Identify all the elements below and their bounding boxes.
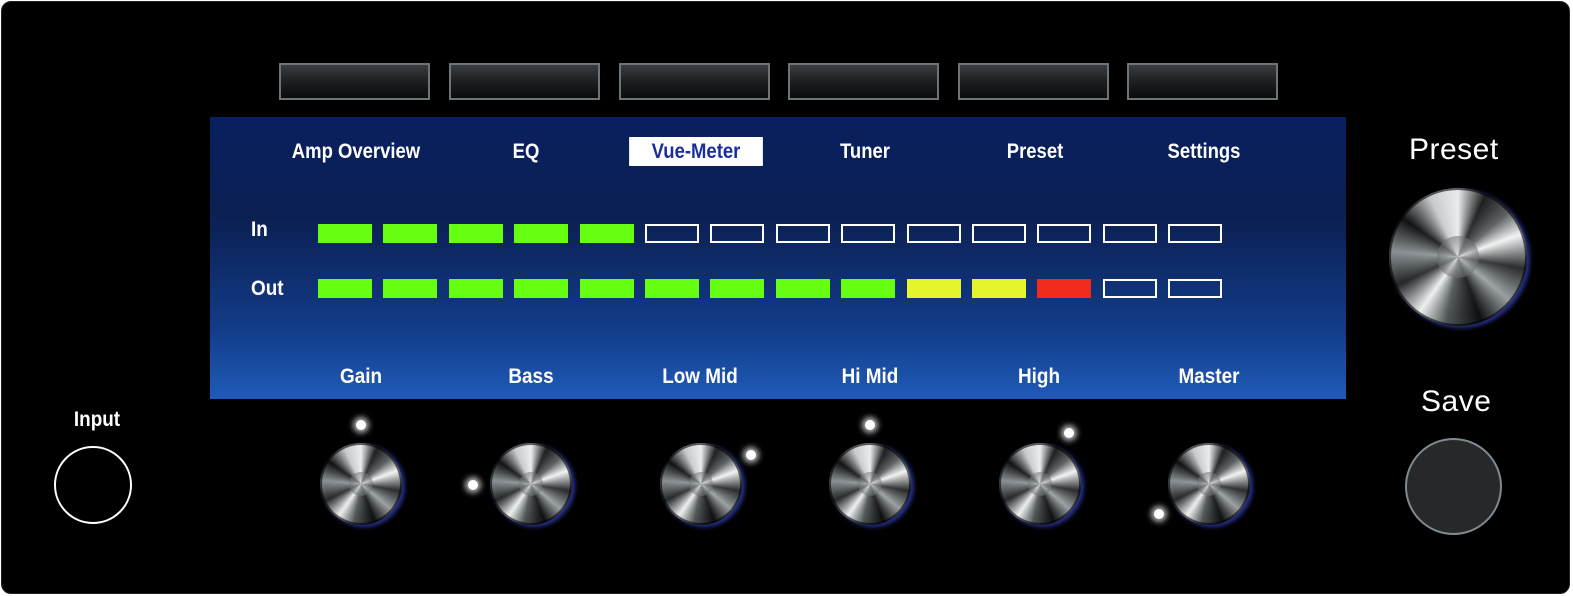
tab-eq[interactable]: EQ: [458, 137, 594, 166]
meter-out-label: Out: [251, 277, 284, 300]
tab-settings[interactable]: Settings: [1136, 137, 1272, 166]
input-label: Input: [73, 408, 121, 431]
meter-in-segment-9: [841, 224, 895, 243]
meter-in-segment-7: [710, 224, 764, 243]
meter-out-segment-10: [907, 279, 961, 298]
softkey-1[interactable]: [279, 63, 430, 100]
meter-out-segment-6: [645, 279, 699, 298]
knob-label-hi-mid: Hi Mid: [841, 365, 899, 388]
meter-in-segment-6: [645, 224, 699, 243]
meter-in-segment-2: [383, 224, 437, 243]
knob-cap: [1027, 471, 1053, 497]
high-position-led: [1064, 428, 1074, 438]
meter-out-segment-8: [776, 279, 830, 298]
meter-in-segment-8: [776, 224, 830, 243]
save-button[interactable]: [1405, 438, 1502, 535]
meter-out-segment-5: [580, 279, 634, 298]
knob-cap: [348, 471, 374, 497]
low-mid-position-led: [746, 450, 756, 460]
meter-out-segment-9: [841, 279, 895, 298]
bass-position-led: [468, 480, 478, 490]
softkey-2[interactable]: [449, 63, 600, 100]
hi-mid-position-led: [865, 420, 875, 430]
knob-cap: [688, 471, 714, 497]
meter-in-segment-14: [1168, 224, 1222, 243]
softkey-3[interactable]: [619, 63, 770, 100]
low-mid-knob[interactable]: [660, 443, 742, 525]
meter-in-segment-11: [972, 224, 1026, 243]
meter-out-segment-11: [972, 279, 1026, 298]
knob-label-gain: Gain: [339, 365, 383, 388]
preset-label: Preset: [1409, 133, 1499, 166]
meter-out-segment-2: [383, 279, 437, 298]
meter-out-segment-4: [514, 279, 568, 298]
meter-in-segment-12: [1037, 224, 1091, 243]
meter-out-segment-14: [1168, 279, 1222, 298]
softkey-5[interactable]: [958, 63, 1109, 100]
knob-label-bass: Bass: [508, 365, 554, 388]
knob-label-high: High: [1018, 365, 1060, 388]
preset-knob[interactable]: [1389, 188, 1527, 326]
meter-out-segment-12: [1037, 279, 1091, 298]
meter-out-segment-7: [710, 279, 764, 298]
knob-cap: [857, 471, 883, 497]
high-knob[interactable]: [999, 443, 1081, 525]
bass-knob[interactable]: [490, 443, 572, 525]
input-jack[interactable]: [54, 446, 132, 524]
tab-tuner[interactable]: Tuner: [797, 137, 933, 166]
save-label: Save: [1421, 385, 1492, 418]
meter-out-segment-1: [318, 279, 372, 298]
tab-amp-overview[interactable]: Amp Overview: [288, 137, 424, 166]
gain-knob[interactable]: [320, 443, 402, 525]
hi-mid-knob[interactable]: [829, 443, 911, 525]
knob-label-master: Master: [1178, 365, 1240, 388]
tab-preset[interactable]: Preset: [967, 137, 1103, 166]
knob-label-low-mid: Low Mid: [662, 365, 738, 388]
meter-in-segment-3: [449, 224, 503, 243]
meter-in-label: In: [251, 218, 268, 241]
knob-cap: [1196, 471, 1222, 497]
meter-in-segment-10: [907, 224, 961, 243]
meter-in-segment-1: [318, 224, 372, 243]
master-position-led: [1154, 509, 1164, 519]
knob-cap: [518, 471, 544, 497]
meter-out-segment-13: [1103, 279, 1157, 298]
meter-in-segment-4: [514, 224, 568, 243]
meter-in-segment-5: [580, 224, 634, 243]
softkey-4[interactable]: [788, 63, 939, 100]
tab-vue-meter[interactable]: Vue-Meter: [629, 137, 763, 166]
knob-cap: [1437, 236, 1479, 278]
master-knob[interactable]: [1168, 443, 1250, 525]
meter-out-segment-3: [449, 279, 503, 298]
softkey-6[interactable]: [1127, 63, 1278, 100]
gain-position-led: [356, 420, 366, 430]
meter-in-segment-13: [1103, 224, 1157, 243]
